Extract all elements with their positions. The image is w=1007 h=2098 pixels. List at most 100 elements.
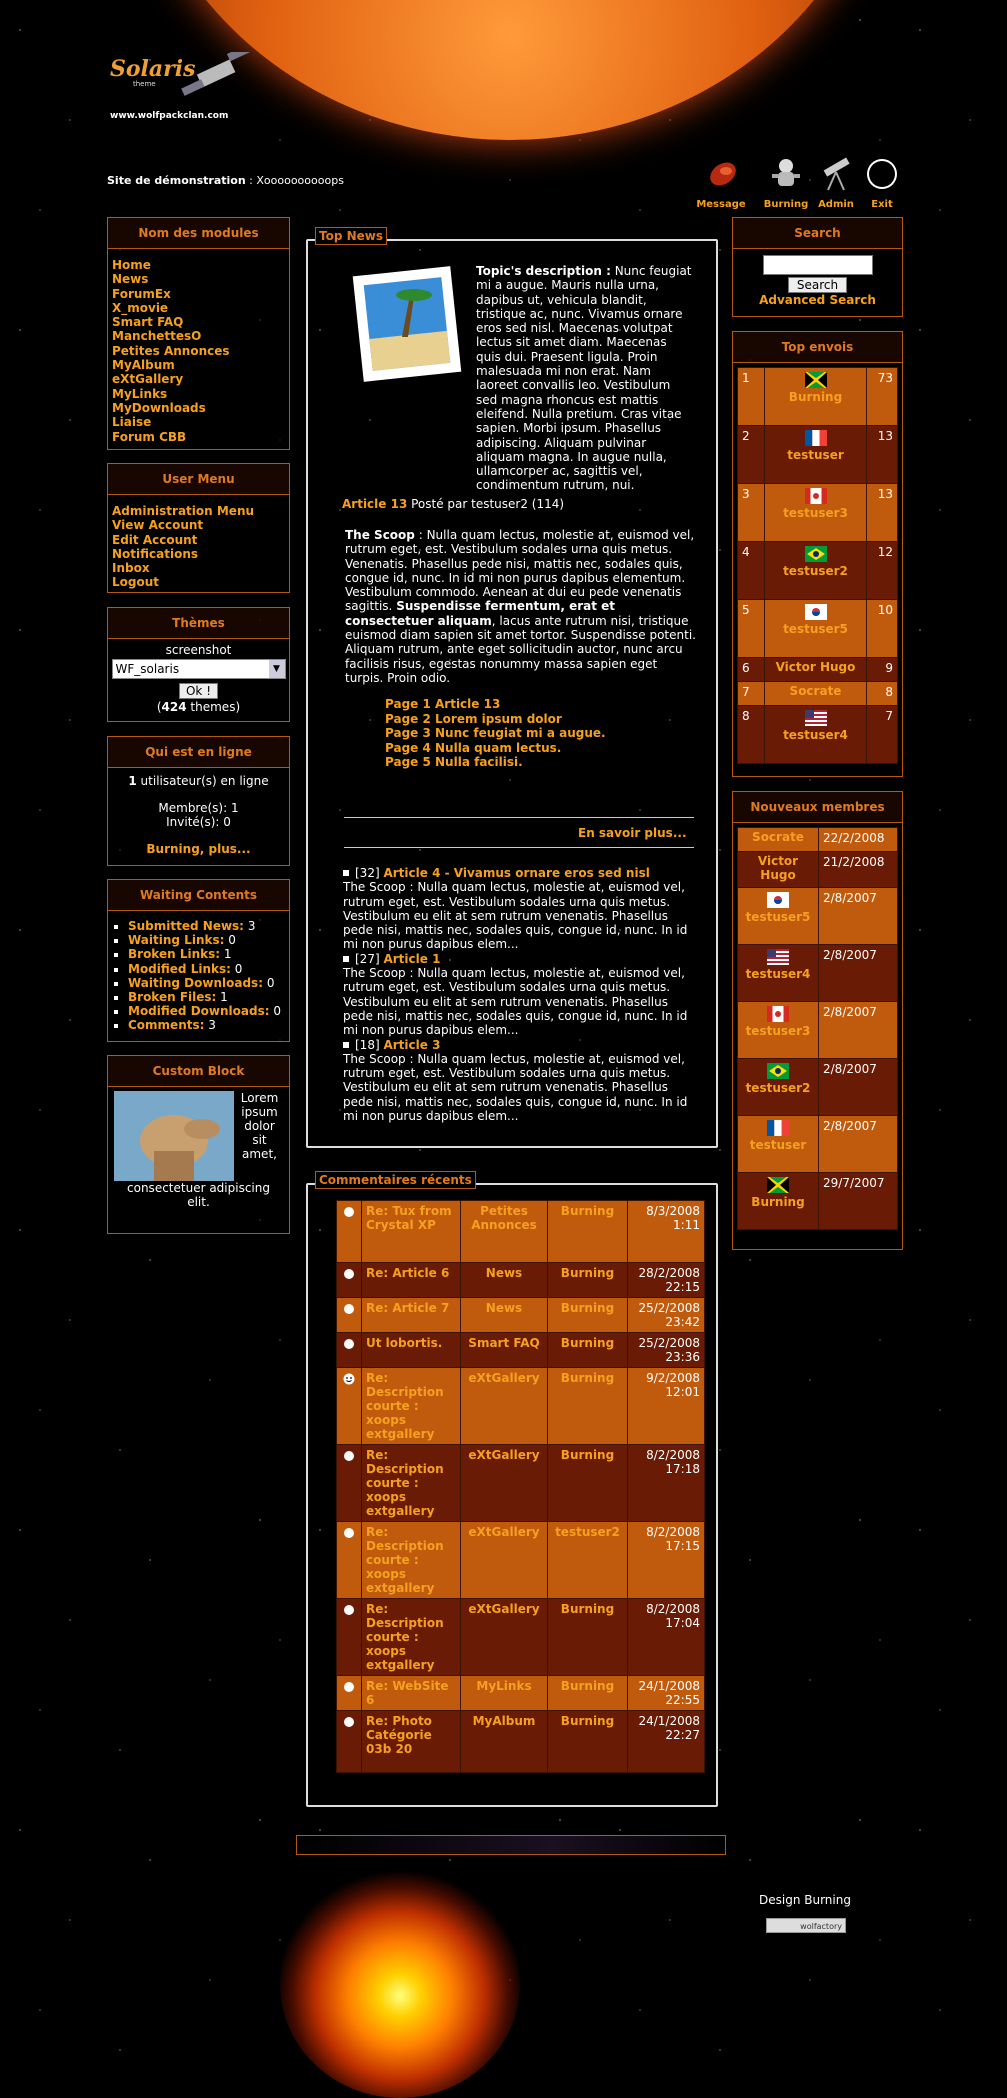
site-url[interactable]: www.wolfpackclan.com — [110, 111, 228, 121]
comment-user-link[interactable]: Burning — [561, 1301, 614, 1315]
user-menu-block: User Menu Administration Menu View Accou… — [107, 463, 290, 593]
waiting-item: Modified Links: 0 — [128, 962, 285, 976]
member-name-link[interactable]: Victor Hugo — [758, 854, 798, 882]
comment-module-link[interactable]: eXtGallery — [468, 1371, 539, 1385]
waiting-item: Waiting Downloads: 0 — [128, 976, 285, 990]
topic-description: Topic's description : Nunc feugiat mi a … — [476, 264, 692, 493]
comment-user-link[interactable]: Burning — [561, 1371, 614, 1385]
module-link-news[interactable]: News — [112, 272, 285, 286]
page-link-5[interactable]: Page 5 Nulla facilisi. — [385, 755, 606, 770]
comment-user-link[interactable]: Burning — [561, 1204, 614, 1218]
comment-row: Re: Article 6 News Burning 28/2/2008 22:15 — [336, 1262, 705, 1298]
online-more-link[interactable]: Burning, plus... — [146, 842, 250, 856]
page-link-3[interactable]: Page 3 Nunc feugiat mi a augue. — [385, 726, 606, 741]
member-row: Socrate 22/2/2008 — [737, 827, 898, 852]
comment-date: 8/2/2008 17:18 — [627, 1444, 705, 1522]
poster-name-link[interactable]: testuser — [787, 448, 844, 462]
module-link-x-movie[interactable]: X_movie — [112, 301, 285, 315]
comments-legend: Commentaires récents — [315, 1171, 476, 1189]
comment-module-link[interactable]: eXtGallery — [468, 1602, 539, 1616]
comment-user-link[interactable]: Burning — [561, 1679, 614, 1693]
module-link-forum-cbb[interactable]: Forum CBB — [112, 430, 285, 444]
comment-module-link[interactable]: eXtGallery — [468, 1448, 539, 1462]
dot-icon — [344, 1528, 354, 1538]
poster-rank: 8 — [737, 705, 765, 764]
comment-module-link[interactable]: MyAlbum — [473, 1714, 536, 1728]
comment-module-link[interactable]: News — [486, 1301, 522, 1315]
member-name-link[interactable]: Socrate — [752, 830, 804, 844]
comments-table: Re: Tux from Crystal XP Petites Annonces B… — [336, 1200, 705, 1773]
message-button[interactable]: Message — [696, 154, 746, 210]
module-link-myalbum[interactable]: MyAlbum — [112, 358, 285, 372]
admin-button[interactable]: Admin — [811, 154, 861, 210]
comment-user-link[interactable]: Burning — [561, 1448, 614, 1462]
read-more-link[interactable]: En savoir plus... — [578, 826, 687, 840]
comment-user-link[interactable]: Burning — [561, 1336, 614, 1350]
burning-button[interactable]: Burning — [761, 154, 811, 210]
comment-module-link[interactable]: News — [486, 1266, 522, 1280]
poster-name-link[interactable]: Victor Hugo — [776, 660, 856, 674]
dot-icon — [344, 1717, 354, 1727]
module-link-manchettes[interactable]: ManchettesO — [112, 329, 285, 343]
comment-title-link[interactable]: Re: Tux from Crystal XP — [366, 1204, 452, 1232]
member-name-link[interactable]: testuser4 — [746, 967, 811, 981]
member-name-link[interactable]: Burning — [751, 1195, 804, 1209]
comment-user-link[interactable]: Burning — [561, 1714, 614, 1728]
module-link-forumex[interactable]: ForumEx — [112, 287, 285, 301]
member-name-link[interactable]: testuser5 — [746, 910, 811, 924]
modules-title: Nom des modules — [108, 218, 289, 249]
page-link-4[interactable]: Page 4 Nulla quam lectus. — [385, 741, 606, 756]
comment-title-link[interactable]: Re: Description courte : xoops extgaller… — [366, 1371, 444, 1441]
wolfactory-badge[interactable]: wolfactory — [766, 1918, 846, 1933]
search-input[interactable] — [762, 255, 873, 275]
comment-title-link[interactable]: Ut lobortis. — [366, 1336, 442, 1350]
exit-button[interactable]: Exit — [857, 154, 907, 210]
page-link-1[interactable]: Page 1 Article 13 — [385, 697, 606, 712]
poster-name-link[interactable]: testuser4 — [783, 728, 848, 742]
member-name-link[interactable]: testuser — [750, 1138, 807, 1152]
poster-name-link[interactable]: Socrate — [790, 684, 842, 698]
comment-user-link[interactable]: Burning — [561, 1602, 614, 1616]
theme-select[interactable]: WF_solaris ▼ — [111, 659, 286, 679]
view-account-link[interactable]: View Account — [112, 518, 285, 532]
comment-module-link[interactable]: eXtGallery — [468, 1525, 539, 1539]
logout-link[interactable]: Logout — [112, 575, 285, 589]
ok-button[interactable]: Ok ! — [178, 683, 219, 699]
member-name-link[interactable]: testuser3 — [746, 1024, 811, 1038]
comment-title-link[interactable]: Re: Description courte : xoops extgaller… — [366, 1602, 444, 1672]
page-link-2[interactable]: Page 2 Lorem ipsum dolor — [385, 712, 606, 727]
demo-value: Xoooooooooops — [256, 174, 344, 187]
module-link-smart-faq[interactable]: Smart FAQ — [112, 315, 285, 329]
comment-title-link[interactable]: Re: Photo Catégorie 03b 20 — [366, 1714, 432, 1756]
comment-user-link[interactable]: testuser2 — [555, 1525, 620, 1539]
comment-title-link[interactable]: Re: WebSite 6 — [366, 1679, 449, 1707]
poster-name-link[interactable]: testuser2 — [783, 564, 848, 578]
comment-title-link[interactable]: Re: Description courte : xoops extgaller… — [366, 1448, 444, 1518]
comment-module-link[interactable]: Smart FAQ — [468, 1336, 539, 1350]
poster-name-link[interactable]: testuser5 — [783, 622, 848, 636]
poster-name-link[interactable]: Burning — [789, 390, 842, 404]
comment-user-link[interactable]: Burning — [561, 1266, 614, 1280]
poster-name-link[interactable]: testuser3 — [783, 506, 848, 520]
search-button[interactable]: Search — [787, 277, 848, 293]
comment-title-link[interactable]: Re: Description courte : xoops extgaller… — [366, 1525, 444, 1595]
comment-title-link[interactable]: Re: Article 7 — [366, 1301, 449, 1315]
top-posters-title: Top envois — [733, 332, 902, 363]
inbox-link[interactable]: Inbox — [112, 561, 285, 575]
comment-module-link[interactable]: MyLinks — [476, 1679, 531, 1693]
comment-title-link[interactable]: Re: Article 6 — [366, 1266, 449, 1280]
design-credit: Design Burning — [759, 1893, 851, 1907]
advanced-search-link[interactable]: Advanced Search — [759, 293, 876, 307]
edit-account-link[interactable]: Edit Account — [112, 533, 285, 547]
module-link-petites-annonces[interactable]: Petites Annonces — [112, 344, 285, 358]
notifications-link[interactable]: Notifications — [112, 547, 285, 561]
module-link-home[interactable]: Home — [112, 258, 285, 272]
member-name-link[interactable]: testuser2 — [746, 1081, 811, 1095]
module-link-mydownloads[interactable]: MyDownloads — [112, 401, 285, 415]
admin-menu-link[interactable]: Administration Menu — [112, 504, 285, 518]
module-link-liaise[interactable]: Liaise — [112, 415, 285, 429]
module-link-extgallery[interactable]: eXtGallery — [112, 372, 285, 386]
article-13-link[interactable]: Article 13 — [342, 497, 407, 511]
comment-module-link[interactable]: Petites Annonces — [471, 1204, 537, 1232]
module-link-mylinks[interactable]: MyLinks — [112, 387, 285, 401]
